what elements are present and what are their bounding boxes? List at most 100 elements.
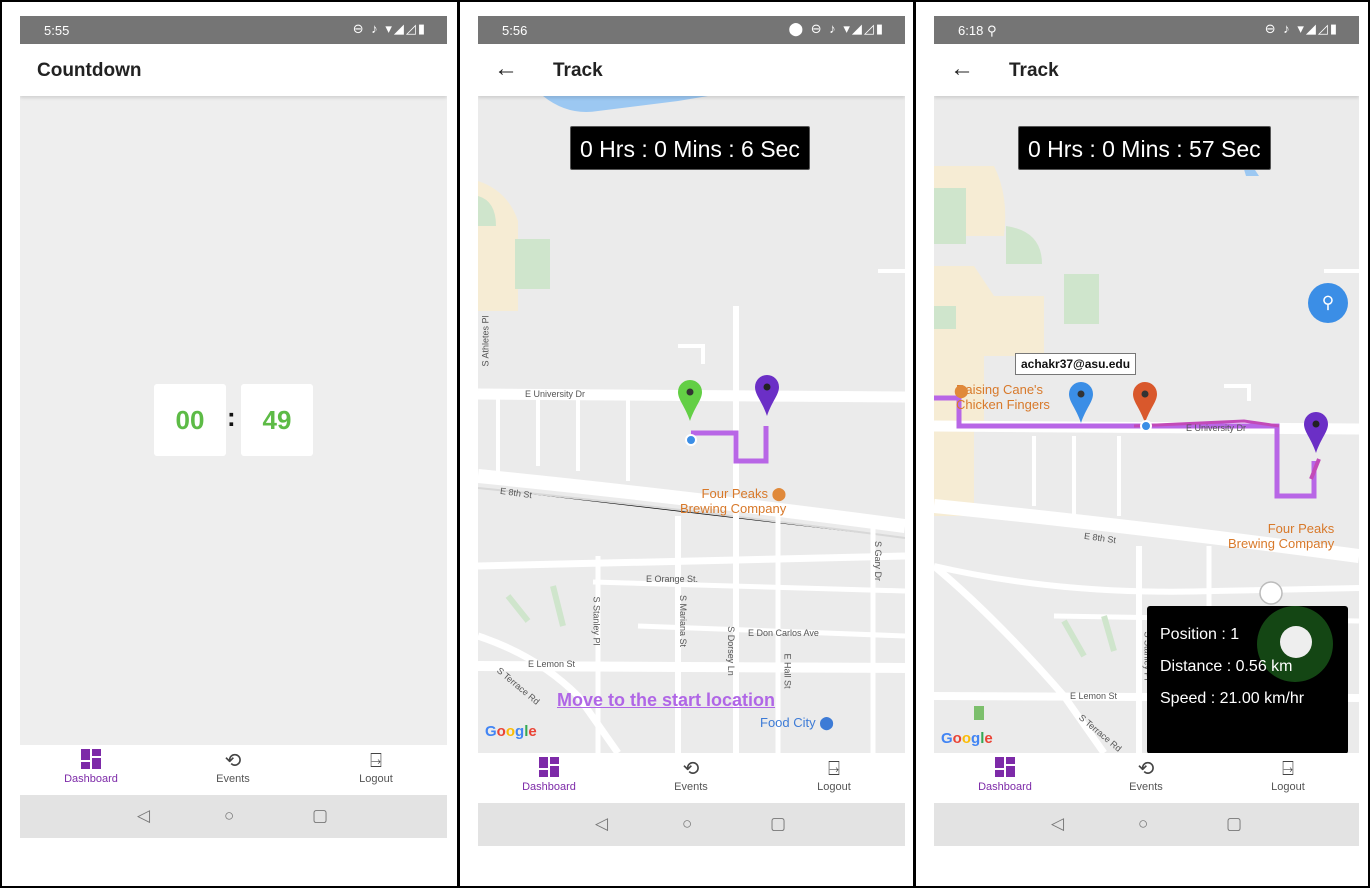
shopping-cart-icon: ⬤: [819, 715, 834, 730]
page-title: Countdown: [37, 60, 142, 81]
page-title: Track: [553, 60, 603, 81]
street-label: E University Dr: [525, 389, 586, 399]
street-label: E Orange St.: [646, 574, 699, 584]
elapsed-timer: 0 Hrs : 0 Mins : 57 Sec: [1018, 126, 1271, 170]
poi-food-city[interactable]: Food City ⬤: [760, 715, 834, 730]
street-label: E University Dr: [1186, 423, 1247, 433]
nav-events[interactable]: ⟲ Events: [651, 757, 731, 793]
track-screen-progress: 6:18 ⚲ ⊖ ♪ ▾◢◿▮ ← Track 0 Hrs: 0 Mins:…: [934, 16, 1359, 846]
status-icons: ⊖ ♪ ▾◢◿▮: [352, 21, 427, 36]
nav-events-label: Events: [216, 773, 250, 785]
countdown-colon: :: [227, 402, 236, 432]
dashboard-icon: [51, 749, 131, 773]
street-label: E Lemon St: [1070, 691, 1118, 701]
dashboard-icon: [509, 757, 589, 781]
page-title: Track: [1009, 60, 1059, 81]
system-nav-bar: ◁ ○ ▢: [478, 803, 905, 846]
bottom-nav: Dashboard ⟲ Events ⍈ Logout: [934, 753, 1359, 803]
nav-logout[interactable]: ⍈ Logout: [794, 757, 874, 793]
status-time: 6:18 ⚲: [958, 23, 997, 38]
poi-raising-canes[interactable]: Raising Cane's Chicken Fingers: [956, 382, 1050, 412]
track-screen-start: 5:56 ⬤ ⊖ ♪ ▾◢◿▮ ← Track 0 Hrs: 0 Mins:…: [478, 16, 905, 846]
app-bar: Countdown: [20, 44, 447, 96]
poi-four-peaks[interactable]: Four Peaks ⬤ Brewing Company: [680, 486, 786, 516]
map-canvas: [478, 96, 905, 753]
location-person-icon: ⚲: [986, 23, 997, 38]
back-arrow-icon[interactable]: ←: [950, 55, 974, 83]
system-recents-icon[interactable]: ▢: [312, 806, 328, 826]
panel-divider: [913, 0, 916, 888]
system-recents-icon[interactable]: ▢: [770, 814, 786, 834]
status-bar: 6:18 ⚲ ⊖ ♪ ▾◢◿▮: [934, 16, 1359, 44]
nav-dashboard-label: Dashboard: [522, 781, 576, 793]
poi-name: Food City: [760, 715, 816, 730]
status-time: 5:55: [44, 23, 70, 38]
google-logo: Google: [485, 723, 537, 740]
restaurant-icon: ⬤: [771, 486, 787, 501]
nav-dashboard-label: Dashboard: [64, 773, 118, 785]
poi-name-line: Brewing Company: [1228, 536, 1335, 551]
system-back-icon[interactable]: ◁: [1051, 814, 1064, 834]
user-email-callout: achakr37@asu.edu: [1015, 353, 1137, 375]
distance-value: Distance : 0.56 km: [1160, 658, 1293, 675]
logout-icon: ⍈: [370, 750, 382, 772]
app-bar: ← Track: [478, 44, 905, 96]
poi-name-line: Four Peaks: [701, 486, 769, 501]
google-logo: Google: [941, 730, 993, 747]
logout-icon: ⍈: [828, 758, 840, 780]
system-back-icon[interactable]: ◁: [137, 806, 150, 826]
bottom-nav: Dashboard ⟲ Events ⍈ Logout: [478, 753, 905, 803]
nav-logout-label: Logout: [1271, 781, 1305, 793]
nav-dashboard[interactable]: Dashboard: [509, 757, 589, 793]
poi-name-line: Brewing Company: [680, 501, 787, 516]
street-label: E Don Carlos Ave: [748, 628, 819, 638]
bottom-nav: Dashboard ⟲ Events ⍈ Logout: [20, 745, 447, 795]
countdown-minutes: 00: [154, 384, 226, 456]
nav-events[interactable]: ⟲ Events: [193, 749, 273, 785]
move-to-start-link[interactable]: Move to the start location: [557, 690, 775, 711]
street-label: S Gary Dr: [873, 540, 884, 582]
poi-name-line: Raising Cane's: [956, 382, 1044, 397]
system-nav-bar: ◁ ○ ▢: [20, 795, 447, 838]
history-icon: ⟲: [1137, 758, 1155, 780]
nav-dashboard-label: Dashboard: [978, 781, 1032, 793]
status-icons: ⊖ ♪ ▾◢◿▮: [1264, 21, 1339, 36]
map-view[interactable]: 0 Hrs : 0 Mins : 57 Sec ⚲ achakr37@asu.e…: [934, 96, 1359, 753]
poi-name-line: Chicken Fingers: [956, 397, 1050, 412]
status-bar: 5:56 ⬤ ⊖ ♪ ▾◢◿▮: [478, 16, 905, 44]
nav-logout[interactable]: ⍈ Logout: [336, 749, 416, 785]
poi-four-peaks[interactable]: Four Peaks Brewing Company: [1228, 521, 1334, 551]
system-home-icon[interactable]: ○: [1138, 814, 1148, 834]
person-pin-icon: ⚲: [1321, 293, 1335, 312]
street-label: E Lemon St: [528, 659, 576, 669]
nav-events-label: Events: [1129, 781, 1163, 793]
countdown-screen: 5:55 ⊖ ♪ ▾◢◿▮ Countdown 00 : 49 Dashboar…: [20, 16, 447, 838]
status-icons: ⬤ ⊖ ♪ ▾◢◿▮: [788, 21, 885, 36]
nav-events-label: Events: [674, 781, 708, 793]
nav-logout-label: Logout: [817, 781, 851, 793]
restaurant-icon: ⬤: [954, 383, 969, 398]
system-recents-icon[interactable]: ▢: [1226, 814, 1242, 834]
poi-name-line: Four Peaks: [1267, 521, 1335, 536]
speed-value: Speed : 21.00 km/hr: [1160, 690, 1305, 707]
map-view[interactable]: 0 Hrs : 0 Mins : 6 Sec E University Dr E…: [478, 96, 905, 753]
my-location-button[interactable]: ⚲: [1308, 283, 1348, 323]
street-label: S Dorsey Ln: [725, 626, 736, 676]
elapsed-timer: 0 Hrs : 0 Mins : 6 Sec: [570, 126, 810, 170]
back-arrow-icon[interactable]: ←: [494, 55, 518, 83]
street-label: S Mariana St: [678, 594, 689, 648]
street-label: S Athletes Pl: [480, 315, 491, 367]
nav-logout[interactable]: ⍈ Logout: [1248, 757, 1328, 793]
system-back-icon[interactable]: ◁: [595, 814, 608, 834]
history-icon: ⟲: [682, 758, 700, 780]
countdown-area: 00 : 49: [20, 96, 447, 745]
nav-logout-label: Logout: [359, 773, 393, 785]
nav-events[interactable]: ⟲ Events: [1106, 757, 1186, 793]
app-bar: ← Track: [934, 44, 1359, 96]
nav-dashboard[interactable]: Dashboard: [965, 757, 1045, 793]
system-home-icon[interactable]: ○: [682, 814, 692, 834]
system-home-icon[interactable]: ○: [224, 806, 234, 826]
street-label: E Hall St: [782, 653, 793, 689]
nav-dashboard[interactable]: Dashboard: [51, 749, 131, 785]
status-time: 5:56: [502, 23, 528, 38]
